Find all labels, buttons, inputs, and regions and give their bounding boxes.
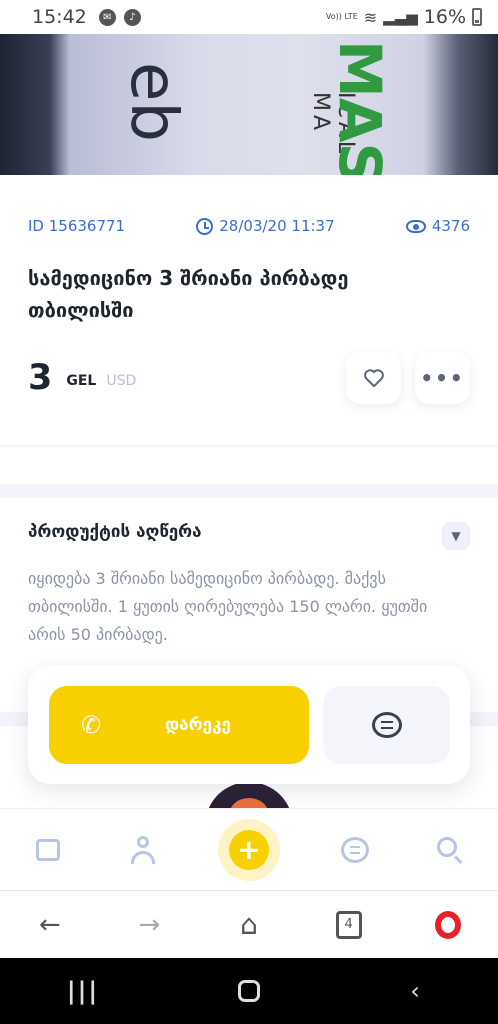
nav-messages[interactable] bbox=[335, 830, 375, 870]
more-options-button[interactable]: ••• bbox=[415, 352, 470, 404]
status-right: Vo)) LTE ≋ ▂▃▅ 16% bbox=[326, 6, 482, 28]
product-photo-brand-text: eb bbox=[116, 62, 190, 142]
more-dots-icon: ••• bbox=[420, 366, 465, 390]
browser-back-button[interactable]: ← bbox=[30, 905, 70, 945]
status-bar: 15:42 ✉ ♪ Vo)) LTE ≋ ▂▃▅ 16% bbox=[0, 0, 498, 34]
listing-views: 4376 bbox=[431, 217, 470, 235]
app-screen: 15:42 ✉ ♪ Vo)) LTE ≋ ▂▃▅ 16% eb ICAL MA … bbox=[0, 0, 498, 1024]
browser-tabs-button[interactable]: 4 bbox=[329, 905, 369, 945]
section-separator bbox=[0, 484, 498, 498]
price-row: 3 GEL USD ••• bbox=[28, 352, 470, 404]
recents-icon: ||| bbox=[66, 977, 100, 1005]
battery-text: 16% bbox=[423, 6, 466, 28]
listing-views-wrap: 4376 bbox=[405, 217, 470, 235]
recent-apps-button[interactable]: ||| bbox=[63, 977, 103, 1005]
description-heading: პროდუქტის აღწერა bbox=[28, 522, 202, 542]
browser-forward-button[interactable]: → bbox=[129, 905, 169, 945]
home-icon: ⌂ bbox=[240, 908, 258, 941]
currency-usd[interactable]: USD bbox=[106, 373, 136, 389]
system-home-button[interactable] bbox=[229, 980, 269, 1002]
opera-logo-icon bbox=[435, 910, 462, 939]
app-bottom-nav: + bbox=[0, 808, 498, 890]
arrow-right-icon: → bbox=[138, 909, 161, 940]
user-icon bbox=[130, 835, 156, 864]
call-button-label: დარეკე bbox=[165, 715, 231, 735]
message-button[interactable] bbox=[323, 686, 450, 764]
signal-icon: ▂▃▅ bbox=[383, 8, 418, 26]
arrow-left-icon: ← bbox=[38, 909, 61, 940]
clock-icon bbox=[196, 217, 214, 235]
divider bbox=[0, 445, 498, 447]
phone-icon: ✆ bbox=[81, 711, 102, 739]
clock-time: 15:42 bbox=[32, 6, 87, 28]
listing-meta: ID 15636771 28/03/20 11:37 4376 bbox=[28, 217, 470, 235]
contact-action-card: ✆ დარეკე bbox=[28, 666, 470, 784]
listing-date: 28/03/20 11:37 bbox=[219, 217, 335, 235]
product-photo-green-text: MAS bbox=[326, 40, 394, 175]
nav-add-listing[interactable]: + bbox=[217, 818, 280, 881]
wifi-icon: ≋ bbox=[363, 7, 378, 27]
description-text: იყიდება 3 შრიანი სამედიცინო პირბადე. მაქ… bbox=[28, 569, 428, 644]
listing-date-wrap: 28/03/20 11:37 bbox=[196, 217, 335, 235]
eye-icon bbox=[405, 219, 426, 233]
listing-id: ID 15636771 bbox=[28, 217, 126, 235]
collapse-description-button[interactable]: ▼ bbox=[442, 522, 470, 550]
chat-icon bbox=[341, 836, 370, 863]
chevron-left-icon: ‹ bbox=[410, 977, 420, 1005]
listing-price: 3 bbox=[28, 358, 53, 398]
listing-image-carousel[interactable]: eb ICAL MA MAS bbox=[0, 34, 498, 175]
chevron-down-icon: ▼ bbox=[451, 529, 461, 543]
browser-home-button[interactable]: ⌂ bbox=[229, 905, 269, 945]
nav-search[interactable] bbox=[430, 830, 470, 870]
currency-gel[interactable]: GEL bbox=[66, 373, 96, 389]
messenger-icon: ✉ bbox=[98, 8, 116, 26]
listing-actions: ••• bbox=[346, 352, 470, 404]
favorite-button[interactable] bbox=[346, 352, 401, 404]
nav-profile[interactable] bbox=[123, 830, 163, 870]
chat-icon bbox=[371, 712, 402, 738]
battery-icon bbox=[472, 8, 482, 26]
listing-title: სამედიცინო 3 შრიანი პირბადე თბილისში bbox=[28, 266, 349, 322]
call-button[interactable]: ✆ დარეკე bbox=[49, 686, 309, 764]
home-icon bbox=[35, 838, 60, 861]
browser-toolbar: ← → ⌂ 4 bbox=[0, 890, 498, 958]
system-navigation-bar: ||| ‹ bbox=[0, 958, 498, 1024]
music-icon: ♪ bbox=[123, 8, 141, 26]
system-back-button[interactable]: ‹ bbox=[395, 977, 435, 1005]
tabs-icon: 4 bbox=[335, 910, 362, 939]
opera-menu-button[interactable] bbox=[428, 905, 468, 945]
search-icon bbox=[437, 836, 463, 863]
home-square-icon bbox=[238, 980, 260, 1002]
volte-icon: Vo)) LTE bbox=[325, 12, 358, 21]
heart-icon bbox=[363, 369, 384, 388]
nav-home[interactable] bbox=[28, 830, 68, 870]
plus-icon: + bbox=[228, 829, 269, 870]
